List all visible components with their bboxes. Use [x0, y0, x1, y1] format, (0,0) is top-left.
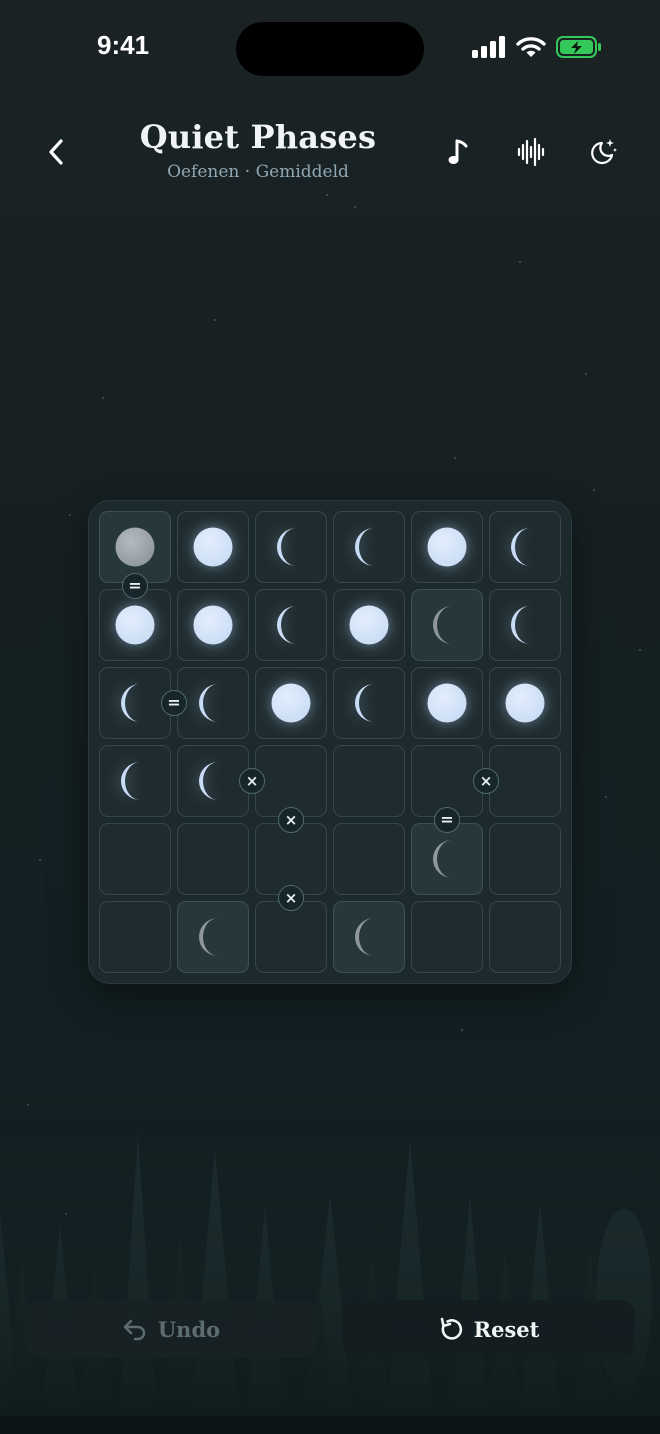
- board-cell-r6-c4: [333, 901, 405, 973]
- board-cell-r2-c5: [411, 589, 483, 661]
- board-cell-r1-c4[interactable]: [333, 511, 405, 583]
- board-cell-r6-c2: [177, 901, 249, 973]
- reset-icon: [440, 1317, 462, 1340]
- full-moon-icon: [193, 527, 233, 567]
- board-cell-r2-c6[interactable]: [489, 589, 561, 661]
- full-moon-icon: [115, 605, 155, 645]
- signal-icon: [472, 36, 505, 58]
- crescent-moon-icon: [121, 762, 140, 800]
- music-note-icon: [448, 139, 468, 164]
- opposite-constraint-3: ×: [239, 768, 265, 794]
- crescent-moon-icon: [121, 684, 140, 722]
- crescent-moon-icon: [355, 918, 374, 956]
- board-cell-r5-c6[interactable]: [489, 823, 561, 895]
- undo-label: Undo: [157, 1316, 221, 1342]
- status-bar: 9:41: [0, 0, 660, 96]
- battery-charging-icon: [556, 36, 601, 58]
- dynamic-island: [236, 22, 424, 76]
- board-cell-r6-c6[interactable]: [489, 901, 561, 973]
- equal-constraint-7: =: [434, 807, 460, 833]
- crescent-moon-icon: [199, 762, 218, 800]
- opposite-constraint-6: ×: [473, 768, 499, 794]
- board-cell-r4-c6[interactable]: [489, 745, 561, 817]
- board-cell-r6-c5[interactable]: [411, 901, 483, 973]
- full-moon-icon: [193, 605, 233, 645]
- status-icons: [472, 36, 602, 58]
- crescent-moon-icon: [355, 528, 374, 566]
- equal-constraint-1: =: [122, 573, 148, 599]
- board-cell-r2-c3[interactable]: [255, 589, 327, 661]
- opposite-constraint-4: ×: [278, 807, 304, 833]
- opposite-constraint-5: ×: [278, 885, 304, 911]
- board-cell-r1-c5[interactable]: [411, 511, 483, 583]
- full-moon-icon: [271, 683, 311, 723]
- waveform-icon: [517, 137, 545, 167]
- equal-constraint-2: =: [161, 690, 187, 716]
- wifi-icon: [516, 37, 546, 57]
- board-cell-r2-c4[interactable]: [333, 589, 405, 661]
- board-cell-r1-c2[interactable]: [177, 511, 249, 583]
- reset-label: Reset: [473, 1316, 540, 1342]
- board-cell-r1-c3[interactable]: [255, 511, 327, 583]
- board-cell-r5-c2[interactable]: [177, 823, 249, 895]
- forest-silhouette: [0, 1134, 660, 1434]
- board-cell-r2-c2[interactable]: [177, 589, 249, 661]
- crescent-moon-icon: [277, 528, 296, 566]
- music-button[interactable]: [437, 132, 481, 172]
- crescent-moon-icon: [199, 918, 218, 956]
- crescent-moon-icon: [511, 606, 530, 644]
- reset-button[interactable]: Reset: [342, 1300, 635, 1358]
- board-cell-r5-c4[interactable]: [333, 823, 405, 895]
- undo-button[interactable]: Undo: [26, 1300, 316, 1358]
- board-cell-r6-c3[interactable]: [255, 901, 327, 973]
- status-time: 9:41: [97, 30, 150, 60]
- crescent-moon-icon: [433, 840, 452, 878]
- full-moon-icon: [505, 683, 545, 723]
- board-cell-r3-c6[interactable]: [489, 667, 561, 739]
- board-cell-r3-c2[interactable]: [177, 667, 249, 739]
- crescent-moon-icon: [433, 606, 452, 644]
- crescent-moon-icon: [511, 528, 530, 566]
- board-cell-r3-c4[interactable]: [333, 667, 405, 739]
- moon-stars-icon: [591, 139, 617, 165]
- full-moon-icon: [427, 527, 467, 567]
- full-moon-icon: [349, 605, 389, 645]
- theme-button[interactable]: [581, 132, 625, 172]
- board-cell-r1-c6[interactable]: [489, 511, 561, 583]
- full-moon-icon: [427, 683, 467, 723]
- puzzle-board: = = × × × × =: [88, 500, 572, 984]
- board-cell-r5-c5: [411, 823, 483, 895]
- board-cell-r3-c5[interactable]: [411, 667, 483, 739]
- crescent-moon-icon: [355, 684, 374, 722]
- board-cell-r6-c1[interactable]: [99, 901, 171, 973]
- board-cell-r2-c1[interactable]: [99, 589, 171, 661]
- undo-icon: [123, 1319, 146, 1341]
- board-cell-r4-c1[interactable]: [99, 745, 171, 817]
- board-cell-r4-c4[interactable]: [333, 745, 405, 817]
- sound-button[interactable]: [509, 132, 553, 172]
- full-moon-icon: [115, 527, 155, 567]
- crescent-moon-icon: [277, 606, 296, 644]
- board-cell-r5-c1[interactable]: [99, 823, 171, 895]
- board-cell-r3-c3[interactable]: [255, 667, 327, 739]
- crescent-moon-icon: [199, 684, 218, 722]
